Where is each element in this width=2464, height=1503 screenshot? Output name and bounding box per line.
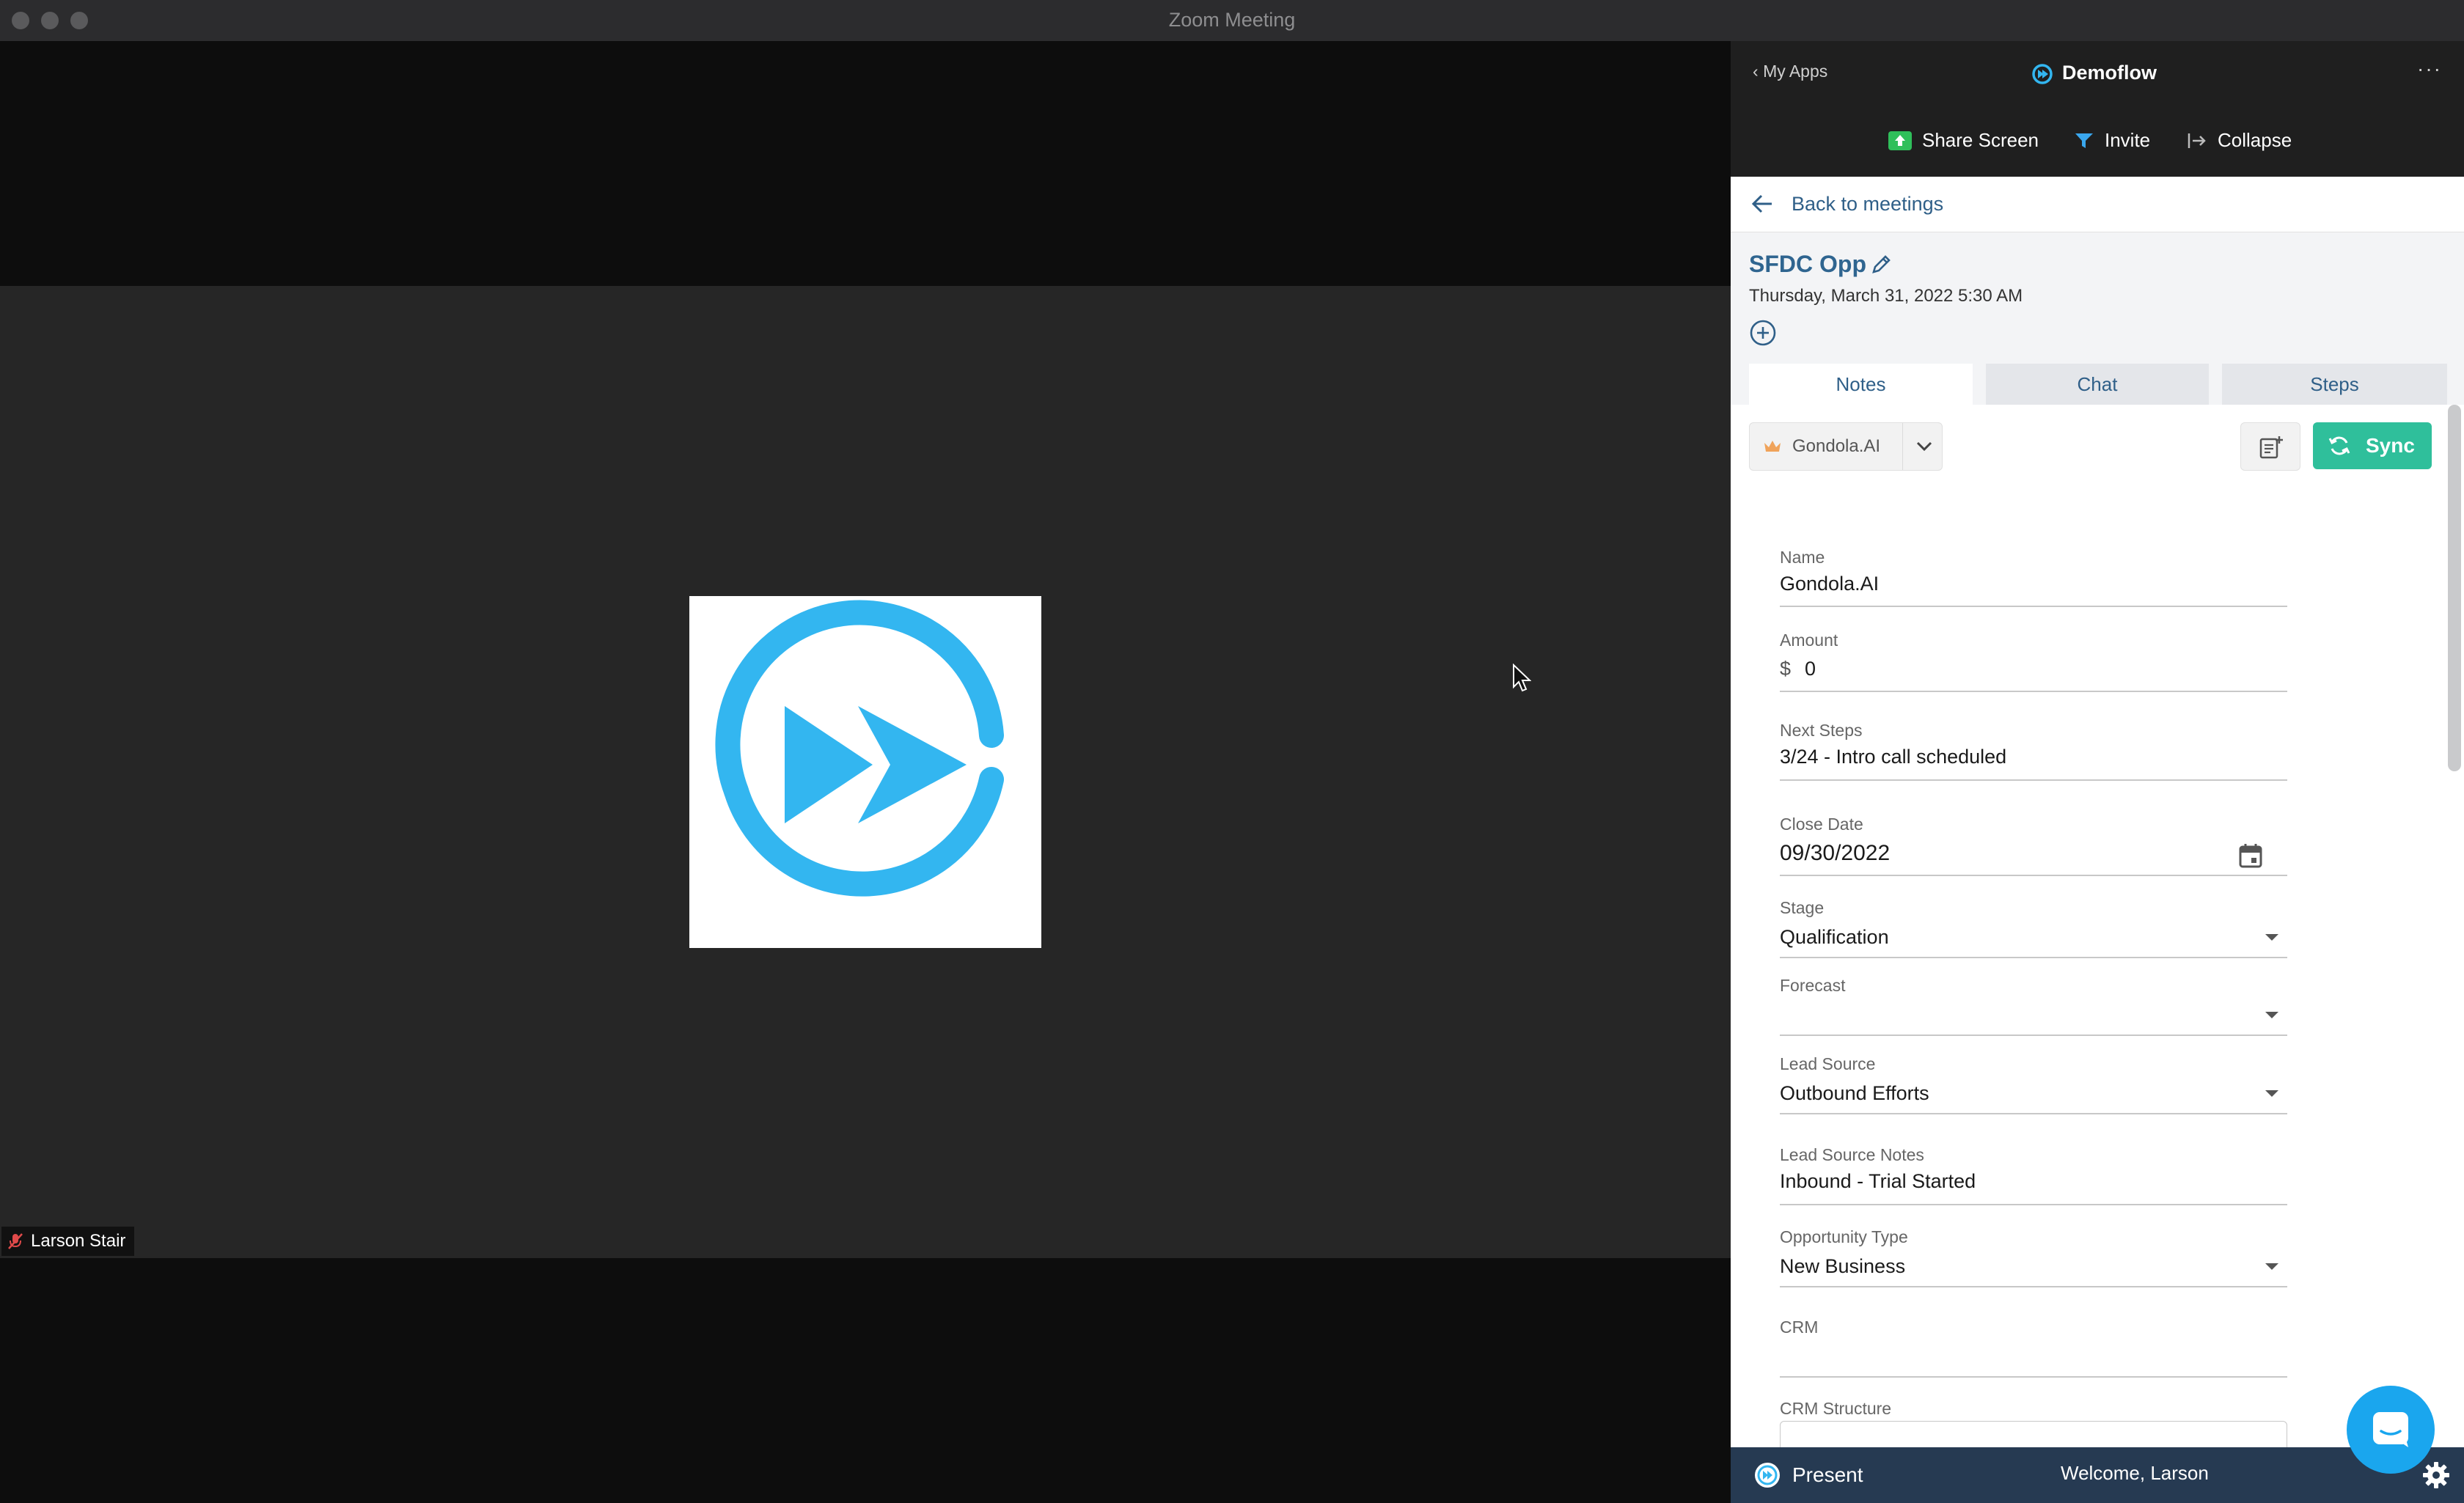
- welcome-message: Welcome, Larson: [2061, 1462, 2209, 1484]
- participant-name-tag: Larson Stair: [1, 1227, 135, 1256]
- demoflow-small-logo-icon: [2032, 64, 2053, 84]
- collapse-icon: [2188, 133, 2206, 148]
- opportunity-datetime: Thursday, March 31, 2022 5:30 AM: [1749, 286, 2023, 306]
- tab-steps[interactable]: Steps: [2222, 364, 2447, 405]
- chat-bubble-icon: [2373, 1412, 2408, 1447]
- amount-value[interactable]: 0: [1805, 658, 1816, 680]
- caret-down-icon[interactable]: [2265, 1012, 2278, 1018]
- chevron-down-icon[interactable]: [1915, 441, 1933, 452]
- lead-source-label: Lead Source: [1780, 1054, 1876, 1073]
- demoflow-panel: ‹ My Apps Demoflow ··· Share Screen Invi…: [1731, 41, 2464, 1503]
- panel-scrollbar[interactable]: [2448, 405, 2461, 771]
- name-label: Name: [1780, 548, 1825, 567]
- my-apps-link[interactable]: ‹ My Apps: [1753, 62, 1827, 81]
- more-options-button[interactable]: ···: [2417, 57, 2442, 81]
- back-to-meetings-link[interactable]: Back to meetings: [1731, 177, 2464, 232]
- sync-icon: [2328, 436, 2350, 455]
- muted-mic-icon: [8, 1233, 23, 1249]
- dropdown-divider: [1902, 423, 1903, 470]
- lead-source-notes-label: Lead Source Notes: [1780, 1145, 1924, 1164]
- chevron-left-icon: ‹: [1753, 62, 1764, 81]
- add-note-button[interactable]: [2240, 422, 2300, 471]
- stage-underline: [1780, 957, 2287, 958]
- crown-icon: [1764, 441, 1781, 452]
- invite-button[interactable]: Invite: [2074, 129, 2150, 152]
- caret-down-icon[interactable]: [2265, 1090, 2278, 1097]
- account-dropdown-label: Gondola.AI: [1792, 436, 1881, 456]
- lead-source-value[interactable]: Outbound Efforts: [1780, 1082, 1929, 1105]
- caret-down-icon[interactable]: [2265, 934, 2278, 941]
- my-apps-label: My Apps: [1763, 62, 1828, 81]
- forecast-underline: [1780, 1035, 2287, 1036]
- opportunity-type-value[interactable]: New Business: [1780, 1255, 1905, 1278]
- opportunity-form: Gondola.AI Sync Name Gondola.AI Amount $…: [1731, 405, 2464, 1447]
- lead-source-notes-underline: [1780, 1204, 2287, 1205]
- amount-underline: [1780, 691, 2287, 692]
- panel-footer: Present Welcome, Larson: [1731, 1447, 2464, 1503]
- amount-label: Amount: [1780, 631, 1838, 650]
- add-circle-icon[interactable]: [1749, 319, 1777, 347]
- mouse-cursor-icon: [1513, 664, 1531, 692]
- sync-button[interactable]: Sync: [2313, 422, 2432, 469]
- crm-underline: [1780, 1376, 2287, 1378]
- edit-pencil-icon[interactable]: [1870, 252, 1893, 276]
- tab-notes[interactable]: Notes: [1749, 364, 1973, 405]
- close-date-label: Close Date: [1780, 815, 1863, 834]
- calendar-icon[interactable]: [2238, 842, 2263, 869]
- back-to-meetings-label: Back to meetings: [1792, 193, 1944, 215]
- next-steps-label: Next Steps: [1780, 721, 1863, 740]
- name-value[interactable]: Gondola.AI: [1780, 573, 1879, 595]
- panel-header: ‹ My Apps Demoflow ··· Share Screen Invi…: [1731, 41, 2464, 177]
- invite-label: Invite: [2105, 129, 2151, 151]
- crm-structure-textarea[interactable]: [1780, 1421, 2287, 1447]
- present-logo-icon: [1755, 1463, 1780, 1488]
- share-screen-label: Share Screen: [1922, 129, 2039, 151]
- sync-label: Sync: [2366, 434, 2415, 457]
- currency-symbol: $: [1780, 658, 1792, 680]
- collapse-label: Collapse: [2218, 129, 2292, 151]
- window-title: Zoom Meeting: [1168, 9, 1296, 31]
- share-screen-button[interactable]: Share Screen: [1888, 129, 2039, 152]
- lead-source-underline: [1780, 1113, 2287, 1114]
- close-date-underline: [1780, 875, 2287, 876]
- crm-label: CRM: [1780, 1318, 1819, 1337]
- settings-gear-icon[interactable]: [2421, 1460, 2451, 1490]
- collapse-button[interactable]: Collapse: [2187, 129, 2292, 152]
- forecast-label: Forecast: [1780, 976, 1846, 995]
- opportunity-title: SFDC Opp: [1749, 251, 1866, 277]
- share-screen-icon: [1888, 131, 1912, 150]
- arrow-left-icon: [1751, 194, 1772, 213]
- note-add-icon: [2259, 436, 2283, 459]
- invite-icon: [2075, 133, 2093, 148]
- name-underline: [1780, 606, 2287, 607]
- stage-value[interactable]: Qualification: [1780, 926, 1889, 949]
- crm-structure-label: CRM Structure: [1780, 1399, 1892, 1418]
- present-label: Present: [1792, 1463, 1863, 1486]
- panel-tabs: Notes Chat Steps: [1749, 364, 2447, 405]
- caret-down-icon[interactable]: [2265, 1263, 2278, 1270]
- lead-source-notes-value[interactable]: Inbound - Trial Started: [1780, 1170, 1976, 1193]
- next-steps-underline: [1780, 779, 2287, 781]
- app-name: Demoflow: [2062, 62, 2157, 84]
- participant-name: Larson Stair: [31, 1231, 126, 1251]
- next-steps-value[interactable]: 3/24 - Intro call scheduled: [1780, 746, 2006, 768]
- video-letterbox-bottom: [0, 1258, 1731, 1503]
- close-date-value[interactable]: 09/30/2022: [1780, 841, 1890, 866]
- window-titlebar: Zoom Meeting: [0, 0, 2464, 42]
- video-letterbox-top: [0, 41, 1731, 286]
- tab-chat[interactable]: Chat: [1986, 364, 2209, 405]
- demoflow-logo-icon: [715, 600, 1004, 897]
- app-title: Demoflow: [2031, 62, 2157, 85]
- stage-label: Stage: [1780, 898, 1825, 917]
- account-dropdown[interactable]: Gondola.AI: [1749, 422, 1943, 471]
- opportunity-type-underline: [1780, 1286, 2287, 1287]
- participant-video-logo: [689, 596, 1041, 948]
- present-button[interactable]: Present: [1753, 1460, 1863, 1490]
- support-chat-button[interactable]: [2347, 1386, 2435, 1474]
- opportunity-type-label: Opportunity Type: [1780, 1227, 1908, 1246]
